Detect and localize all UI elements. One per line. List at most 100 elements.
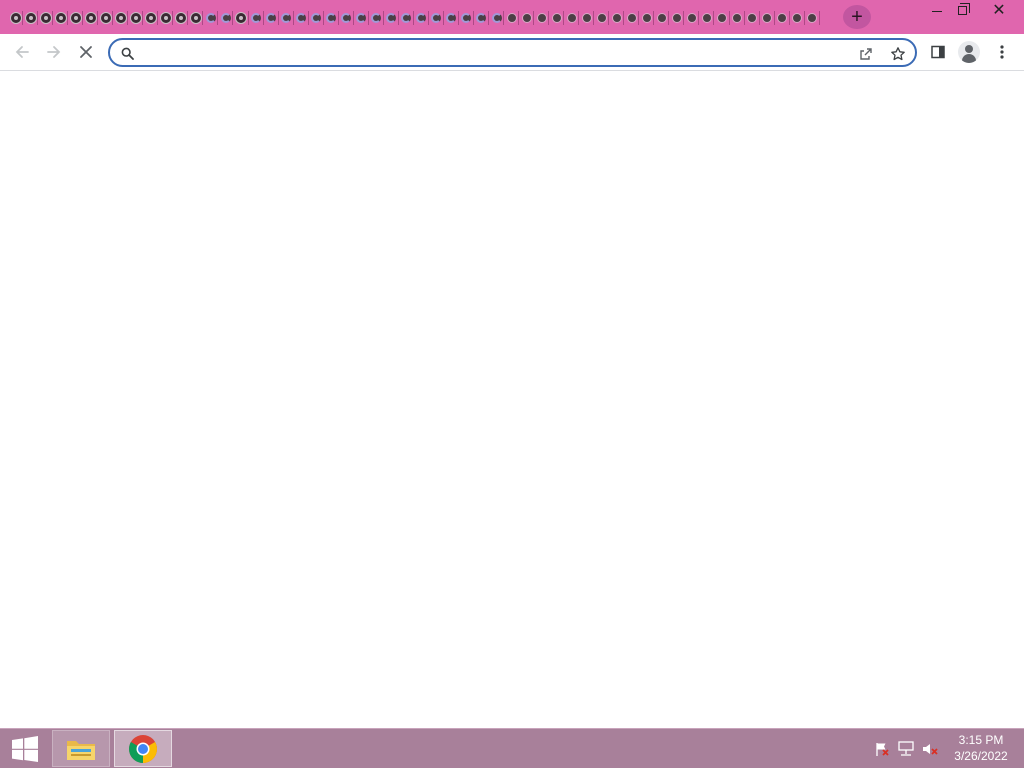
browser-tab[interactable] [294,8,309,28]
browser-tab[interactable] [399,8,414,28]
restore-button[interactable] [948,0,978,24]
default-favicon-icon [581,13,592,23]
loading-spinner-icon [296,13,307,23]
stop-loading-button[interactable] [72,38,100,66]
browser-tab[interactable] [730,8,745,28]
browser-tab[interactable] [8,8,24,28]
network-icon[interactable] [897,741,915,757]
search-icon [118,44,136,62]
forward-button[interactable] [40,38,68,66]
browser-tab[interactable] [714,8,730,28]
loading-spinner-icon [311,13,322,23]
browser-tab[interactable] [504,8,520,28]
default-favicon-icon [656,13,667,23]
browser-tab[interactable] [805,8,820,28]
close-window-button[interactable]: ✕ [984,0,1014,24]
default-favicon-icon [807,13,818,23]
volume-muted-icon[interactable] [921,741,939,757]
browser-tab[interactable] [519,8,535,28]
sad-tab-icon [159,12,172,24]
browser-tab[interactable] [609,8,625,28]
profile-icon [958,41,980,63]
browser-tab[interactable] [83,8,99,28]
profile-button[interactable] [955,38,983,66]
browser-tab[interactable] [68,8,84,28]
default-favicon-icon [596,13,607,23]
back-button[interactable] [8,38,36,66]
browser-tab[interactable] [113,8,129,28]
browser-tab[interactable] [579,8,595,28]
system-clock[interactable]: 3:15 PM 3/26/2022 [946,732,1016,766]
browser-tab[interactable] [459,8,475,28]
browser-tab[interactable] [669,8,685,28]
taskbar-file-explorer[interactable] [52,730,110,767]
browser-tab[interactable] [203,8,219,28]
tabs-row [8,8,820,28]
browser-tab[interactable] [354,8,369,28]
browser-menu-button[interactable] [988,38,1016,66]
page-content[interactable] [0,71,1024,728]
browser-tab[interactable] [188,8,204,28]
browser-tab[interactable] [790,8,805,28]
browser-tab[interactable] [264,8,279,28]
loading-spinner-icon [416,13,427,23]
browser-tab[interactable] [128,8,144,28]
browser-tab[interactable] [429,8,444,28]
sad-tab-icon [234,12,247,24]
default-favicon-icon [716,13,727,23]
loading-spinner-icon [386,13,397,23]
default-favicon-icon [641,13,652,23]
browser-tab[interactable] [414,8,429,28]
browser-tab[interactable] [444,8,459,28]
minimize-icon [932,11,942,12]
browser-tab[interactable] [143,8,159,28]
browser-tab[interactable] [339,8,354,28]
browser-tab[interactable] [38,8,54,28]
browser-tab[interactable] [98,8,114,28]
browser-tab[interactable] [324,8,339,28]
stop-loading-icon [80,46,92,58]
action-center-flag-icon[interactable] [873,741,891,757]
default-favicon-icon [536,13,547,23]
browser-tab[interactable] [309,8,324,28]
share-icon[interactable] [855,43,877,65]
browser-tab[interactable] [639,8,655,28]
side-panel-button[interactable] [924,38,952,66]
browser-tab[interactable] [564,8,580,28]
browser-tab[interactable] [775,8,790,28]
default-favicon-icon [777,13,788,23]
loading-spinner-icon [251,13,262,23]
taskbar-chrome[interactable] [114,730,172,767]
sad-tab-icon [129,12,142,24]
browser-tab[interactable] [534,8,550,28]
browser-tab[interactable] [369,8,384,28]
browser-tab[interactable] [654,8,670,28]
browser-tab[interactable] [173,8,189,28]
browser-tab[interactable] [53,8,69,28]
omnibox[interactable] [108,38,917,67]
browser-tab[interactable] [489,8,505,28]
browser-tab[interactable] [745,8,760,28]
clock-date: 3/26/2022 [954,749,1008,763]
browser-tab[interactable] [23,8,39,28]
new-tab-button[interactable]: + [843,5,871,29]
sad-tab-icon [144,12,157,24]
browser-tab[interactable] [760,8,775,28]
browser-tab[interactable] [624,8,640,28]
browser-tab[interactable] [684,8,700,28]
browser-tab[interactable] [233,8,249,28]
browser-tab[interactable] [549,8,565,28]
browser-tab[interactable] [594,8,610,28]
kebab-menu-icon [1000,45,1004,59]
loading-spinner-icon [326,13,337,23]
browser-tab[interactable] [699,8,715,28]
address-input[interactable] [142,43,842,63]
browser-tab[interactable] [249,8,264,28]
browser-tab[interactable] [218,8,234,28]
browser-tab[interactable] [474,8,490,28]
browser-tab[interactable] [384,8,399,28]
browser-tab[interactable] [279,8,294,28]
start-button[interactable] [4,733,46,765]
star-icon[interactable] [887,43,909,65]
browser-tab[interactable] [158,8,174,28]
